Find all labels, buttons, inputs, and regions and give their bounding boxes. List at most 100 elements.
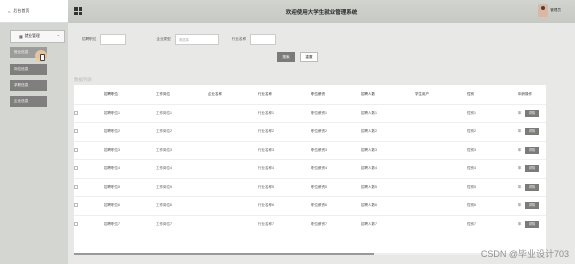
row-select-cell[interactable] bbox=[74, 196, 104, 215]
user-menu[interactable]: 管理员 bbox=[538, 4, 561, 17]
sidebar-menu-label: 就业管理 bbox=[24, 34, 40, 38]
row-checkbox[interactable] bbox=[74, 147, 78, 152]
table-cell-op: 详情 bbox=[525, 140, 546, 160]
sidebar-item-label: 岗位信息 bbox=[14, 67, 29, 71]
table-cell-salary: 职位薪资6 bbox=[311, 196, 361, 215]
sidebar-item-position-info[interactable]: 岗位信息 bbox=[10, 64, 47, 75]
table-cell-job: 招聘职位1 bbox=[104, 103, 156, 123]
row-checkbox[interactable] bbox=[74, 129, 78, 134]
table-cell-industry: 行业名称7 bbox=[258, 214, 311, 234]
table-cell-industry: 行业名称3 bbox=[258, 140, 311, 160]
col-header: 职位薪资 bbox=[311, 91, 325, 96]
table-cell-gender: 性别2 bbox=[467, 122, 518, 141]
table-cell-gender: 性别3 bbox=[467, 140, 518, 160]
table-cell-company bbox=[208, 177, 258, 197]
table-cell-job: 招聘职位6 bbox=[104, 196, 156, 215]
home-link[interactable]: ⌂ 后台首页 bbox=[0, 0, 68, 23]
row-select-cell[interactable] bbox=[74, 177, 104, 197]
table-cell-salary: 职位薪资3 bbox=[311, 140, 361, 160]
sidebar-item-application-info[interactable]: 求职信息 bbox=[10, 80, 47, 91]
row-checkbox[interactable] bbox=[74, 110, 78, 115]
table-cell-count: 招聘人数1 bbox=[361, 103, 415, 123]
system-title: 欢迎使用大学生就业管理系统 bbox=[285, 9, 358, 16]
reset-button[interactable]: 重置 bbox=[300, 52, 318, 62]
row-checkbox[interactable] bbox=[74, 203, 78, 208]
search-button[interactable]: 搜索 bbox=[277, 52, 295, 62]
avatar bbox=[538, 4, 549, 17]
detail-button[interactable]: 详情 bbox=[525, 183, 539, 191]
search-form: 招聘职位 企业类型 请选择 行业名称 bbox=[82, 33, 277, 45]
main-content: 招聘职位 企业类型 请选择 行业名称 搜索 重置 数据列表 招聘职位 工作岗位 … bbox=[68, 23, 575, 264]
table-cell-count: 招聘人数2 bbox=[361, 122, 415, 141]
table-cell-post: 工作岗位6 bbox=[156, 196, 208, 215]
col-header: 企业名称 bbox=[208, 91, 222, 96]
cursor-highlight bbox=[35, 50, 47, 62]
table-cell-post: 工作岗位5 bbox=[156, 177, 208, 197]
table-row: 招聘职位6 工作岗位6 行业名称6 职位薪资6 招聘人数6 性别6 年详情 bbox=[74, 196, 546, 215]
table-cell-student bbox=[415, 122, 467, 141]
table-cell-gender: 性别5 bbox=[467, 177, 518, 197]
sidebar-item-company-info[interactable]: 企业信息 bbox=[10, 96, 47, 107]
table-cell-post: 工作岗位2 bbox=[156, 122, 208, 141]
table-row: 招聘职位7 工作岗位7 行业名称7 职位薪资7 招聘人数7 性别7 年详情 bbox=[74, 214, 546, 234]
table-cell-student bbox=[415, 214, 467, 234]
col-header: 行业名称 bbox=[258, 91, 272, 96]
table-cell-company bbox=[208, 103, 258, 123]
row-select-cell[interactable] bbox=[74, 140, 104, 160]
job-input[interactable] bbox=[100, 33, 127, 45]
detail-button[interactable]: 详情 bbox=[525, 202, 539, 210]
sidebar-menu-employment[interactable]: ▦ 就业管理 ⌃ bbox=[10, 30, 65, 43]
row-select-cell[interactable] bbox=[74, 214, 104, 234]
job-label: 招聘职位 bbox=[82, 36, 97, 41]
table-cell-company bbox=[208, 159, 258, 178]
grid-icon: ▦ bbox=[19, 35, 23, 39]
detail-button[interactable]: 详情 bbox=[525, 109, 539, 117]
table-cell-gender: 性别7 bbox=[467, 214, 518, 234]
horizontal-scrollbar[interactable] bbox=[74, 253, 546, 255]
detail-button[interactable]: 详情 bbox=[525, 146, 539, 154]
col-header-select[interactable] bbox=[74, 85, 104, 104]
table-cell-age: 年 bbox=[518, 140, 525, 160]
table-cell-post: 工作岗位3 bbox=[156, 140, 208, 160]
sidebar-item-label: 企业信息 bbox=[14, 99, 29, 103]
table-cell-salary: 职位薪资4 bbox=[311, 159, 361, 178]
table-cell-company bbox=[208, 140, 258, 160]
table-cell-gender: 性别1 bbox=[467, 103, 518, 123]
row-checkbox[interactable] bbox=[74, 222, 78, 226]
row-select-cell[interactable] bbox=[74, 122, 104, 141]
table-cell-op: 详情 bbox=[525, 122, 546, 141]
row-checkbox[interactable] bbox=[74, 184, 78, 189]
detail-button[interactable]: 详情 bbox=[525, 221, 539, 228]
table-cell-age: 年 bbox=[518, 214, 525, 234]
table-cell-op: 详情 bbox=[525, 177, 546, 197]
home-label: 后台首页 bbox=[13, 8, 30, 13]
table-cell-gender: 性别6 bbox=[467, 196, 518, 215]
table-row: 招聘职位2 工作岗位2 行业名称2 职位薪资2 招聘人数2 性别2 年详情 bbox=[74, 122, 546, 141]
scrollbar-thumb[interactable] bbox=[74, 253, 374, 255]
table-cell-count: 招聘人数6 bbox=[361, 196, 415, 215]
table-row: 招聘职位3 工作岗位3 行业名称3 职位薪资3 招聘人数3 性别3 年详情 bbox=[74, 140, 546, 160]
row-checkbox[interactable] bbox=[74, 166, 78, 171]
table-cell-student bbox=[415, 140, 467, 160]
table-row: 招聘职位4 工作岗位4 行业名称4 职位薪资4 招聘人数4 性别4 年详情 bbox=[74, 159, 546, 178]
table-cell-student bbox=[415, 159, 467, 178]
table-cell-company bbox=[208, 122, 258, 141]
table-cell-post: 工作岗位7 bbox=[156, 214, 208, 234]
sidebar-item-label: 就业信息 bbox=[14, 50, 29, 54]
detail-button[interactable]: 详情 bbox=[525, 128, 539, 136]
table-cell-student bbox=[415, 103, 467, 123]
row-select-cell[interactable] bbox=[74, 159, 104, 178]
header: 欢迎使用大学生就业管理系统 管理员 bbox=[68, 0, 575, 23]
industry-input[interactable] bbox=[250, 33, 277, 45]
company-type-select[interactable]: 请选择 bbox=[174, 33, 219, 45]
table-cell-industry: 行业名称6 bbox=[258, 196, 311, 215]
table-cell-count: 招聘人数5 bbox=[361, 177, 415, 197]
table-cell-count: 招聘人数7 bbox=[361, 214, 415, 234]
detail-button[interactable]: 详情 bbox=[525, 165, 539, 173]
data-table: 招聘职位 工作岗位 企业名称 行业名称 职位薪资 招聘人数 学生用户 性别 年龄… bbox=[74, 85, 546, 253]
sidebar-item-label: 求职信息 bbox=[14, 83, 29, 87]
table-cell-age: 年 bbox=[518, 122, 525, 141]
table-cell-company bbox=[208, 196, 258, 215]
row-select-cell[interactable] bbox=[74, 103, 104, 123]
watermark: CSDN @毕业设计703 bbox=[480, 249, 569, 259]
